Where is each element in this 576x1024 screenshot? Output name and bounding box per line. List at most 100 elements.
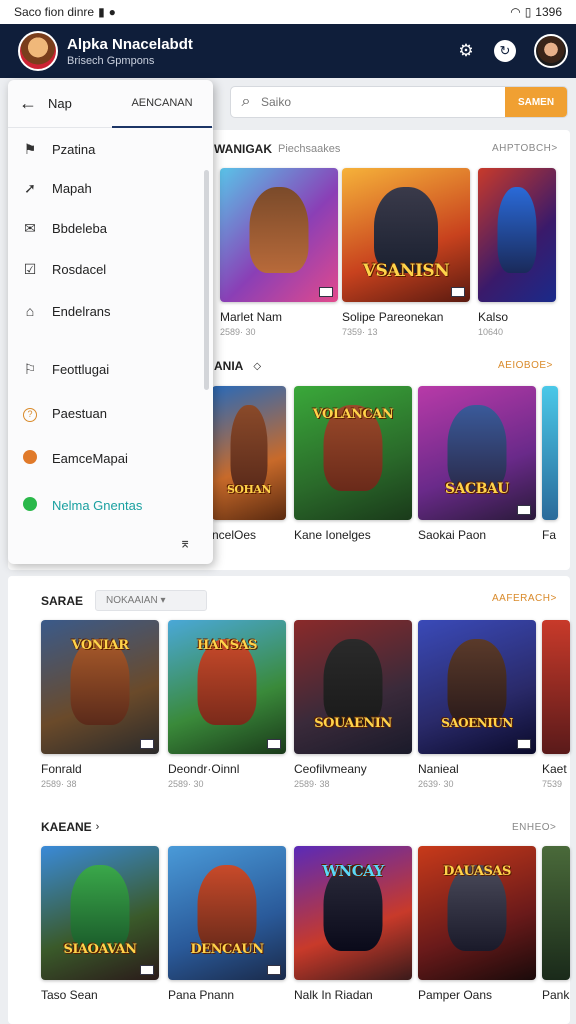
drawer-item-label: Rosdacel <box>52 261 107 277</box>
game-meta: 2639· 30 <box>418 779 454 789</box>
drawer-item-label: EamceMapai <box>52 450 128 466</box>
user-avatar[interactable] <box>534 34 568 68</box>
drawer-item[interactable]: ⌂ Endelrans <box>8 296 203 326</box>
game-title: Kaet <box>542 762 567 776</box>
game-title: Marlet Nam <box>220 310 283 324</box>
drawer-item-label: Nelma Gnentas <box>52 497 143 513</box>
game-tile[interactable]: SOHAN ncelOes <box>212 386 286 542</box>
pin-icon[interactable]: ⌆ <box>179 535 191 552</box>
drawer-item[interactable]: ? Paestuan <box>8 398 203 428</box>
game-cover: SIAOAVAN <box>41 846 159 980</box>
game-meta: 7359· 13 <box>342 327 378 337</box>
game-title: Deondr·Oinnl <box>168 762 240 776</box>
game-title: Solipe Pareonekan <box>342 310 444 324</box>
game-tile[interactable]: VOLANCAN Kane Ionelges <box>294 386 412 542</box>
home-icon: ⌂ <box>25 303 35 319</box>
game-cover <box>542 386 558 520</box>
game-title: Ceofilvmeany <box>294 762 367 776</box>
publisher-badge <box>267 739 281 749</box>
app-title: Alpka Nnacelabdt <box>67 35 193 53</box>
game-title: Fonrald <box>41 762 82 776</box>
game-title: Pamper Oans <box>418 988 493 1002</box>
game-tile[interactable]: SACBAU Saokai Paon <box>418 386 536 542</box>
section-title: ANIA <box>214 359 244 373</box>
game-logo-text: SOHAN <box>226 482 272 496</box>
drawer-item[interactable]: ➚ Mapah <box>8 173 203 203</box>
game-title: Saokai Paon <box>418 528 487 542</box>
game-tile[interactable]: HANSAS Deondr·Oinnl 2589· 30 <box>168 620 286 789</box>
game-meta: 7539 <box>542 779 563 789</box>
section-header: KAEANE › <box>41 820 99 834</box>
game-tile[interactable]: SIAOAVAN Taso Sean <box>41 846 159 1002</box>
chevron-icon: ◇ <box>253 360 262 372</box>
game-cover <box>220 168 338 302</box>
drawer-item[interactable]: EamceMapai <box>8 443 203 473</box>
game-tile[interactable]: SOUAENIN Ceofilvmeany 2589· 38 <box>294 620 412 789</box>
drawer-item[interactable]: ✉ Bbdeleba <box>8 213 203 243</box>
game-logo-text: WNCAY <box>322 862 384 881</box>
game-title: ncelOes <box>212 528 257 542</box>
see-all-link[interactable]: AHPTOBCH> <box>492 143 558 154</box>
game-meta: 2589· 30 <box>168 779 204 789</box>
publisher-badge <box>267 965 281 975</box>
game-tile[interactable]: DAUASAS Pamper Oans <box>418 846 536 1002</box>
drawer-item[interactable]: ⚐ Feottlugai <box>8 354 203 384</box>
game-tile[interactable]: Fa <box>542 386 558 542</box>
drawer-item[interactable]: ☑ Rosdacel <box>8 254 203 284</box>
battery-icon: ▯ <box>524 5 532 19</box>
game-tile[interactable]: SAOENIUN Nanieal 2639· 30 <box>418 620 536 789</box>
game-title: Taso Sean <box>41 988 98 1002</box>
filter-dropdown[interactable]: NOKAAIAN ▾ <box>95 590 208 611</box>
game-logo-text: VOLANCAN <box>312 406 394 422</box>
game-tile[interactable]: Pank <box>542 846 570 1002</box>
see-all-link[interactable]: ENHEO> <box>512 822 556 833</box>
publisher-badge <box>319 287 333 297</box>
game-cover <box>478 168 556 302</box>
see-all-link[interactable]: AAFERACH> <box>492 593 557 604</box>
game-logo-text: DAUASAS <box>443 863 511 879</box>
game-cover <box>542 846 570 980</box>
game-cover: VOLANCAN <box>294 386 412 520</box>
drawer-item[interactable]: ⚑ Pzatina <box>8 134 203 164</box>
settings-gear-icon[interactable]: ⚙ <box>452 37 480 65</box>
app-logo-avatar[interactable] <box>18 31 58 71</box>
section-header: SARAE NOKAAIAN ▾ <box>41 590 208 611</box>
game-cover: DAUASAS <box>418 846 536 980</box>
game-tile[interactable]: Kalso 10640 <box>478 168 556 337</box>
chevron-right-icon: › <box>95 821 100 833</box>
game-meta: 2589· 38 <box>294 779 330 789</box>
game-tile[interactable]: DENCAUN Pana Pnann <box>168 846 286 1002</box>
drawer-scrollbar[interactable] <box>204 170 209 390</box>
see-all-link[interactable]: AEIOBOE> <box>498 360 553 371</box>
flag-icon: ⚑ <box>23 140 37 157</box>
game-tile[interactable]: Kaet 7539 <box>542 620 570 789</box>
game-logo-text: VSANISN <box>362 261 450 282</box>
search-button[interactable]: SAMEN <box>505 87 567 117</box>
drawer-title: Nap <box>48 96 72 111</box>
game-meta: 2589· 38 <box>41 779 77 789</box>
back-arrow-icon[interactable]: ← <box>8 93 48 114</box>
game-tile[interactable]: WNCAY Nalk In Riadan <box>294 846 412 1002</box>
game-cover: DENCAUN <box>168 846 286 980</box>
record-icon: ● <box>108 5 116 19</box>
game-tile[interactable]: VSANISN Solipe Pareonekan 7359· 13 <box>342 168 470 337</box>
search-icon: ⌕ <box>241 93 251 110</box>
game-title: Kane Ionelges <box>294 528 371 542</box>
drawer-item-label: Pzatina <box>52 141 96 157</box>
section-header: ANIA ◇ <box>214 359 261 373</box>
publisher-badge <box>451 287 465 297</box>
status-time: 1396 <box>535 5 562 19</box>
game-meta: 10640 <box>478 327 504 337</box>
game-title: Nalk In Riadan <box>294 988 373 1002</box>
drawer-item-label: Bbdeleba <box>52 220 107 236</box>
app-header: Alpka Nnacelabdt Brisech Gpmpons ⚙ ↻ <box>0 24 576 78</box>
app-subtitle: Brisech Gpmpons <box>67 54 155 67</box>
drawer-tab[interactable]: AENCANAN <box>112 80 212 128</box>
game-tile[interactable]: Marlet Nam 2589· 30 <box>220 168 338 337</box>
drawer-item-active[interactable]: Nelma Gnentas <box>8 490 203 520</box>
section-subtitle: Piechsaakes <box>278 143 341 155</box>
game-logo-text: SAOENIUN <box>441 716 513 731</box>
game-tile[interactable]: VONIAR Fonrald 2589· 38 <box>41 620 159 789</box>
refresh-icon[interactable]: ↻ <box>494 40 516 62</box>
search-input[interactable] <box>261 95 505 109</box>
